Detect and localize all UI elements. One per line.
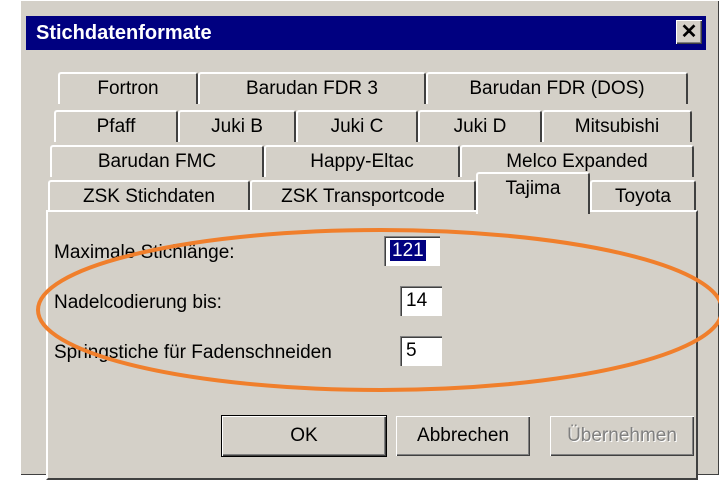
tab-barudan-fmc[interactable]: Barudan FMC xyxy=(50,145,264,177)
close-icon: ✕ xyxy=(680,21,698,43)
close-button[interactable]: ✕ xyxy=(676,20,702,44)
apply-button[interactable]: Übernehmen xyxy=(550,416,694,456)
tab-juki-c[interactable]: Juki C xyxy=(296,110,418,142)
window-title: Stichdatenformate xyxy=(36,22,212,44)
title-bar[interactable]: Stichdatenformate ✕ xyxy=(26,16,706,50)
tab-zsk-stichdaten[interactable]: ZSK Stichdaten xyxy=(48,180,250,212)
needle-coding-label: Nadelcodierung bis: xyxy=(54,292,222,313)
jump-stitches-field[interactable]: 5 xyxy=(400,336,442,366)
tab-zsk-transportcode[interactable]: ZSK Transportcode xyxy=(250,180,476,212)
tab-juki-b[interactable]: Juki B xyxy=(178,110,296,142)
max-stitch-length-label: Maximale Stichlänge: xyxy=(54,242,235,263)
tab-juki-d[interactable]: Juki D xyxy=(418,110,542,142)
tab-fortron[interactable]: Fortron xyxy=(58,72,198,104)
tab-mitsubishi[interactable]: Mitsubishi xyxy=(542,110,692,142)
tab-barudan-fdr-3[interactable]: Barudan FDR 3 xyxy=(198,72,426,104)
tab-pfaff[interactable]: Pfaff xyxy=(54,110,178,142)
jump-stitches-label: Springstiche für Fadenschneiden xyxy=(54,342,332,363)
max-stitch-length-value: 121 xyxy=(390,240,426,261)
needle-coding-field[interactable]: 14 xyxy=(400,286,442,316)
tab-barudan-fdr-dos[interactable]: Barudan FDR (DOS) xyxy=(426,72,688,104)
max-stitch-length-field[interactable]: 121 xyxy=(384,236,440,266)
tab-tajima[interactable]: Tajima xyxy=(476,172,590,214)
tab-toyota[interactable]: Toyota xyxy=(590,180,696,212)
ok-button[interactable]: OK xyxy=(222,416,386,456)
tab-happy-eltac[interactable]: Happy-Eltac xyxy=(264,145,460,177)
cancel-button[interactable]: Abbrechen xyxy=(396,416,530,456)
